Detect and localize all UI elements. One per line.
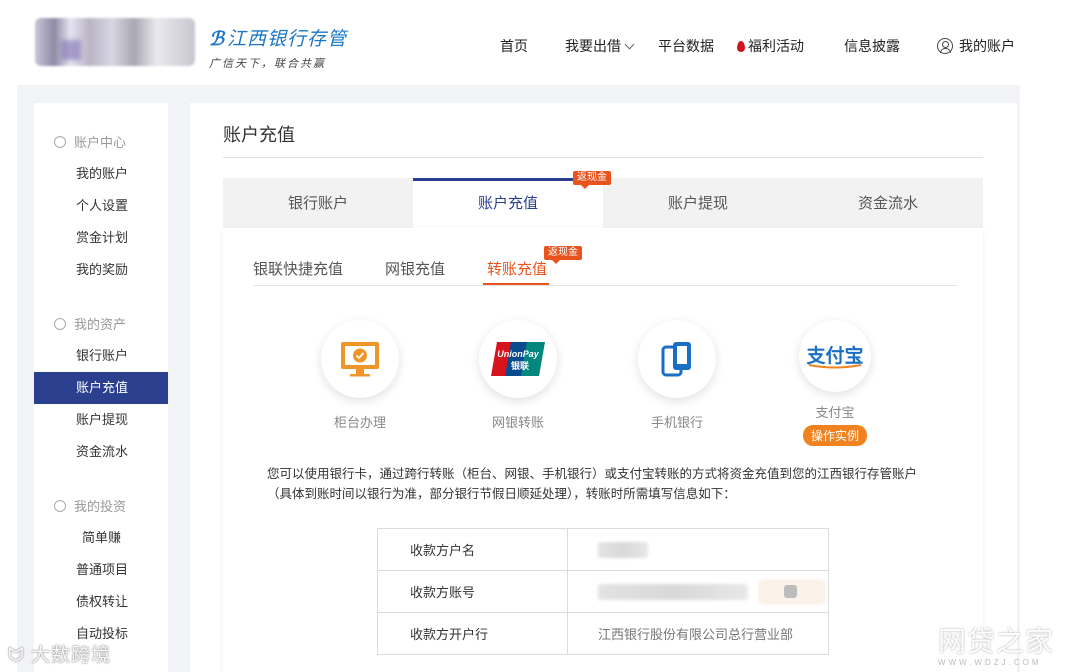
payee-bank-value: 江西银行股份有限公司总行营业部 (567, 612, 829, 655)
svg-text:UnionPay: UnionPay (497, 349, 540, 359)
example-button[interactable]: 操作实例 (802, 425, 867, 446)
sidebar: 账户中心 我的账户 个人设置 赏金计划 我的奖励 我的资产 银行账户 账户充值 … (34, 103, 168, 672)
unionpay-icon: UnionPay 银联 (491, 342, 545, 376)
active-subtab-indicator (483, 283, 549, 285)
sidebar-item-rewards[interactable]: 我的奖励 (34, 254, 168, 286)
table-row: 收款方户名 (377, 528, 829, 571)
nav-invest[interactable]: 我要出借 (565, 36, 635, 56)
transfer-description: 您可以使用银行卡，通过跨行转账（柜台、网银、手机银行）或支付宝转账的方式将资金充… (267, 467, 918, 501)
table-row: 收款方账号 (377, 570, 829, 613)
subtab-online-bank[interactable]: 网银充值 (385, 258, 445, 279)
payee-name-value (567, 528, 829, 571)
sidebar-item-debt-transfer[interactable]: 债权转让 (34, 586, 168, 618)
tab-bank-account[interactable]: 银行账户 (223, 178, 413, 228)
main-nav: 首页 我要出借 平台数据 福利活动 信息披露 我的账户 (17, 36, 1020, 56)
alipay-icon: 支付宝 (805, 344, 864, 369)
tab-bar: 银行账户 账户充值 账户提现 资金流水 返现金 (223, 171, 983, 228)
watermark-left: ᗢ 大数跨境 (8, 645, 112, 666)
sidebar-item-settings[interactable]: 个人设置 (34, 190, 168, 222)
divider (223, 157, 983, 158)
subtab-transfer[interactable]: 转账充值 (487, 258, 547, 279)
nav-platform-data[interactable]: 平台数据 (658, 36, 714, 56)
top-bar: ℬ 江西银行存管 广信天下，联合共赢 首页 我要出借 平台数据 福利活动 信息披露… (17, 0, 1020, 85)
sidebar-group-invest: 我的投资 (54, 496, 126, 515)
method-alipay[interactable]: 支付宝 支付宝 操作实例 (795, 320, 875, 446)
nav-disclosure[interactable]: 信息披露 (844, 36, 900, 56)
cashback-badge: 返现金 (573, 171, 611, 189)
chevron-down-icon (624, 39, 635, 49)
sidebar-item-bank-account[interactable]: 银行账户 (34, 340, 168, 372)
tab-withdraw[interactable]: 账户提现 (603, 178, 793, 228)
subtab-unionpay-quick[interactable]: 银联快捷充值 (253, 258, 343, 279)
sidebar-item-normal-project[interactable]: 普通项目 (34, 554, 168, 586)
redacted-value (598, 583, 748, 600)
sidebar-group-assets: 我的资产 (54, 314, 126, 333)
payee-bank-label: 收款方开户行 (377, 612, 568, 655)
page-title: 账户充值 (223, 125, 295, 145)
payee-name-label: 收款方户名 (377, 528, 568, 571)
sidebar-item-easy-earn[interactable]: 简单赚 (34, 522, 168, 554)
method-label: 网银转账 (491, 415, 544, 430)
payee-account-value (567, 570, 829, 613)
table-row: 收款方开户行 江西银行股份有限公司总行营业部 (377, 612, 829, 655)
recharge-panel: 银联快捷充值 网银充值 转账充值 返现金 柜台办理 UnionPay 银联 网银… (223, 228, 983, 672)
phone-icon (661, 342, 691, 377)
redacted-value (598, 541, 648, 558)
user-icon (937, 38, 953, 54)
sidebar-group-account: 账户中心 (54, 132, 126, 151)
monitor-check-icon (341, 342, 379, 377)
tab-flow[interactable]: 资金流水 (793, 178, 983, 228)
method-online-bank[interactable]: UnionPay 银联 网银转账 (478, 320, 558, 431)
watermark-right: 网贷之家 WWW.WDZJ.COM (938, 626, 1055, 667)
nav-welfare[interactable]: 福利活动 (737, 36, 804, 56)
method-label: 支付宝 (815, 405, 855, 420)
cashback-badge: 返现金 (544, 246, 582, 264)
yen-coin-icon (54, 317, 66, 330)
user-icon (54, 135, 66, 148)
method-label: 柜台办理 (333, 415, 386, 430)
page: ℬ 江西银行存管 广信天下，联合共赢 首页 我要出借 平台数据 福利活动 信息披露… (0, 0, 1080, 672)
nav-my-account[interactable]: 我的账户 (937, 36, 1015, 56)
payee-info-table: 收款方户名 收款方账号 收款方开户行 江西银行股份有限公司总行营业部 (377, 528, 829, 655)
method-label: 手机银行 (650, 415, 703, 430)
payee-account-label: 收款方账号 (377, 570, 568, 613)
flame-icon (737, 40, 745, 52)
svg-text:支付宝: 支付宝 (805, 344, 863, 367)
puzzle-icon[interactable] (760, 580, 824, 603)
nav-home[interactable]: 首页 (500, 36, 528, 56)
main-content: 账户充值 银行账户 账户充值 账户提现 资金流水 返现金 银联快捷充值 网银充值… (190, 103, 1017, 672)
check-circle-icon (54, 499, 66, 512)
brand-slogan: 广信天下，联合共赢 (209, 57, 326, 70)
sidebar-item-recharge[interactable]: 账户充值 (34, 372, 168, 404)
sidebar-item-withdraw[interactable]: 账户提现 (34, 404, 168, 436)
sidebar-item-flow[interactable]: 资金流水 (34, 436, 168, 468)
method-mobile-bank[interactable]: 手机银行 (637, 320, 717, 431)
sidebar-item-my-account[interactable]: 我的账户 (34, 158, 168, 190)
divider (253, 285, 957, 286)
tab-recharge[interactable]: 账户充值 (413, 178, 603, 228)
sidebar-item-bounty[interactable]: 赏金计划 (34, 222, 168, 254)
method-counter[interactable]: 柜台办理 (320, 320, 400, 431)
svg-text:银联: 银联 (511, 360, 530, 372)
